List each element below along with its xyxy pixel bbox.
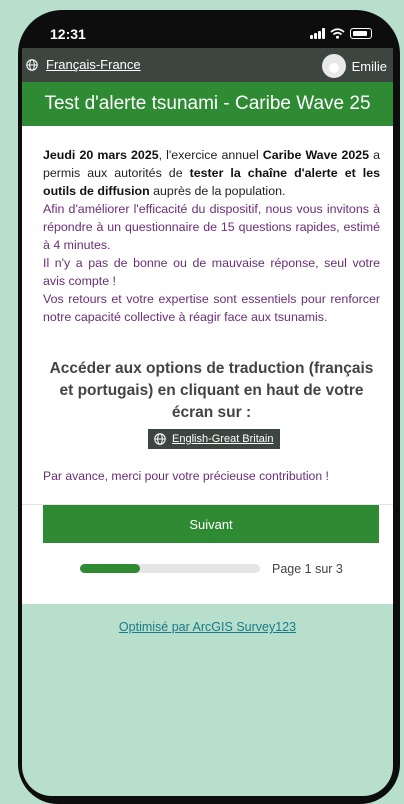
top-bar: Français-France Emilie [22,48,393,82]
english-language-link[interactable]: English-Great Britain [148,429,280,449]
english-language-label: English-Great Britain [172,433,274,445]
page-title: Test d'alerte tsunami - Caribe Wave 25 [22,82,393,126]
intro-fragment: , l'exercice annuel [158,148,263,162]
survey123-link[interactable]: Optimisé par ArcGIS Survey123 [22,620,393,634]
globe-icon [154,433,166,445]
user-menu[interactable]: Emilie [321,54,387,78]
date-text: Jeudi 20 mars 2025 [43,148,159,162]
exercise-name: Caribe Wave 2025 [262,148,370,162]
thanks-text: Par avance, merci pour votre précieuse c… [43,469,329,483]
wifi-icon [330,28,345,39]
intro-fragment: auprès de la population. [149,184,286,198]
battery-icon [350,28,372,39]
user-name: Emilie [351,58,387,74]
progress-fill [80,564,140,573]
status-time: 12:31 [50,26,86,42]
page-indicator: Page 1 sur 3 [272,562,343,576]
translation-heading: Accéder aux options de traduction (franç… [49,360,374,421]
language-label: Français-France [46,57,141,72]
app-screen: Français-France Emilie Test d'alerte tsu… [22,48,393,796]
intro-paragraph-3: Il n'y a pas de bonne ou de mauvaise rép… [43,256,380,288]
intro-paragraph-2: Afin d'améliorer l'efficacité du disposi… [43,202,380,252]
status-bar: 12:31 [44,22,380,48]
progress-bar [80,564,260,573]
survey-card: Jeudi 20 mars 2025, l'exercice annuel Ca… [22,126,393,604]
next-button[interactable]: Suivant [43,505,379,543]
language-selector[interactable]: Français-France [26,57,141,72]
cellular-signal-icon [310,28,325,39]
avatar [321,54,346,78]
intro-text: Jeudi 20 mars 2025, l'exercice annuel Ca… [43,146,380,326]
status-icons [310,28,372,39]
intro-paragraph-4: Vos retours et votre expertise sont esse… [43,292,380,324]
globe-icon [26,58,38,71]
